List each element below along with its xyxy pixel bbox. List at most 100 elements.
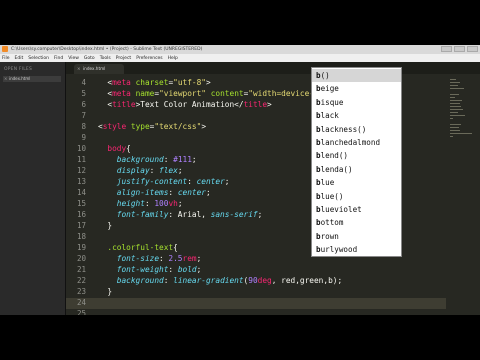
line-number: 25 <box>76 309 86 315</box>
minimap-line <box>450 130 460 131</box>
line-number: 15 <box>76 199 86 208</box>
sidebar-header: OPEN FILES <box>4 67 33 72</box>
autocomplete-item[interactable]: beige <box>312 82 401 95</box>
line-number: 12 <box>76 166 86 175</box>
menu-item-help[interactable]: Help <box>168 56 178 61</box>
line-number: 11 <box>76 155 86 164</box>
title-bar: C:\Users\sy.computer\Desktop\index.html … <box>0 45 480 54</box>
minimap-line <box>450 94 459 95</box>
minimap-line <box>450 88 464 89</box>
code-line[interactable]: height: 100vh; <box>98 198 183 209</box>
line-gutter: 4567891011121314151617181920212223242526 <box>66 74 92 315</box>
line-number: 4 <box>81 78 86 87</box>
current-line-highlight <box>66 298 446 309</box>
line-number: 5 <box>81 89 86 98</box>
autocomplete-item[interactable]: blueviolet <box>312 203 401 216</box>
line-number: 9 <box>81 133 86 142</box>
close-tab-icon[interactable]: × <box>77 64 81 74</box>
line-number: 14 <box>76 188 86 197</box>
autocomplete-item[interactable]: b() <box>312 69 401 82</box>
minimap-line <box>450 100 462 101</box>
tab-label: index.html <box>83 66 106 71</box>
menu-item-preferences[interactable]: Preferences <box>136 56 162 61</box>
line-number: 16 <box>76 210 86 219</box>
tab-bar: × index.html <box>66 62 480 74</box>
minimap-line <box>450 97 455 98</box>
code-line[interactable]: .colorful-text{ <box>98 242 177 253</box>
menu-bar: File Edit Selection Find View Goto Tools Projec… <box>0 54 480 62</box>
menu-item-project[interactable]: Project <box>116 56 131 61</box>
window-controls <box>441 46 478 52</box>
autocomplete-item[interactable]: bottom <box>312 216 401 229</box>
menu-item-file[interactable]: File <box>2 56 10 61</box>
tab-index-html[interactable]: × index.html <box>74 64 124 74</box>
autocomplete-item[interactable]: burlywood <box>312 243 401 256</box>
autocomplete-item[interactable]: blue <box>312 176 401 189</box>
code-line[interactable]: } <box>98 220 112 231</box>
line-number: 7 <box>81 111 86 120</box>
code-line[interactable]: background: #111; <box>98 154 197 165</box>
minimap-line <box>450 136 453 137</box>
minimap-line <box>450 106 461 107</box>
minimap[interactable] <box>446 74 480 315</box>
minimap-line <box>450 124 461 125</box>
code-line[interactable]: <meta charset="utf-8"> <box>98 77 210 88</box>
code-line[interactable]: align-items: center; <box>98 187 211 198</box>
window-title: C:\Users\sy.computer\Desktop\index.html … <box>11 47 203 52</box>
app-icon <box>2 46 8 52</box>
line-number: 19 <box>76 243 86 252</box>
maximize-icon[interactable] <box>454 46 465 52</box>
code-line[interactable]: font-weight: bold; <box>98 264 202 275</box>
menu-item-goto[interactable]: Goto <box>84 56 95 61</box>
code-line[interactable]: font-size: 2.5rem; <box>98 253 202 264</box>
line-number: 24 <box>76 298 86 307</box>
code-line[interactable]: font-family: Arial, sans-serif; <box>98 209 263 220</box>
code-line[interactable]: <style type="text/css"> <box>98 121 206 132</box>
minimap-line <box>450 79 456 80</box>
minimap-line <box>450 127 459 128</box>
line-number: 17 <box>76 221 86 230</box>
code-line[interactable]: } <box>98 286 112 297</box>
autocomplete-item[interactable]: blanchedalmond <box>312 136 401 149</box>
code-line[interactable]: display: flex; <box>98 165 183 176</box>
close-icon[interactable] <box>467 46 478 52</box>
autocomplete-item[interactable]: brown <box>312 230 401 243</box>
line-number: 8 <box>81 122 86 131</box>
minimap-line <box>450 85 458 86</box>
line-number: 6 <box>81 100 86 109</box>
autocomplete-item[interactable]: blackness() <box>312 123 401 136</box>
app-window: C:\Users\sy.computer\Desktop\index.html … <box>0 45 480 315</box>
close-file-icon[interactable]: × <box>4 76 7 82</box>
menu-item-edit[interactable]: Edit <box>15 56 24 61</box>
menu-item-selection[interactable]: Selection <box>28 56 49 61</box>
autocomplete-item[interactable]: black <box>312 109 401 122</box>
autocomplete-item[interactable]: bisque <box>312 96 401 109</box>
sidebar: OPEN FILES × index.html <box>0 62 66 315</box>
minimap-line <box>450 103 460 104</box>
minimap-line <box>450 133 472 134</box>
line-number: 18 <box>76 232 86 241</box>
line-number: 22 <box>76 276 86 285</box>
code-line[interactable]: body{ <box>98 143 130 154</box>
code-line[interactable]: justify-content: center; <box>98 176 230 187</box>
autocomplete-popup[interactable]: b() beige bisque black blackness() blanchedal… <box>311 67 402 257</box>
minimap-line <box>450 118 453 119</box>
sidebar-file-label: index.html <box>9 76 31 81</box>
menu-item-view[interactable]: View <box>68 56 79 61</box>
autocomplete-item[interactable]: blue() <box>312 190 401 203</box>
minimap-line <box>450 112 458 113</box>
sidebar-file-item[interactable]: × index.html <box>3 76 61 82</box>
code-line[interactable]: <title>Text Color Animation</title> <box>98 99 271 110</box>
minimap-line <box>450 82 460 83</box>
menu-item-find[interactable]: Find <box>54 56 63 61</box>
autocomplete-item[interactable]: blend() <box>312 149 401 162</box>
minimap-line <box>450 115 465 116</box>
code-line[interactable]: background: linear-gradient(90deg, red,g… <box>98 275 342 286</box>
line-number: 10 <box>76 144 86 153</box>
autocomplete-item[interactable]: blenda() <box>312 163 401 176</box>
line-number: 13 <box>76 177 86 186</box>
menu-item-tools[interactable]: Tools <box>100 56 111 61</box>
line-number: 23 <box>76 287 86 296</box>
minimize-icon[interactable] <box>441 46 452 52</box>
line-number: 20 <box>76 254 86 263</box>
